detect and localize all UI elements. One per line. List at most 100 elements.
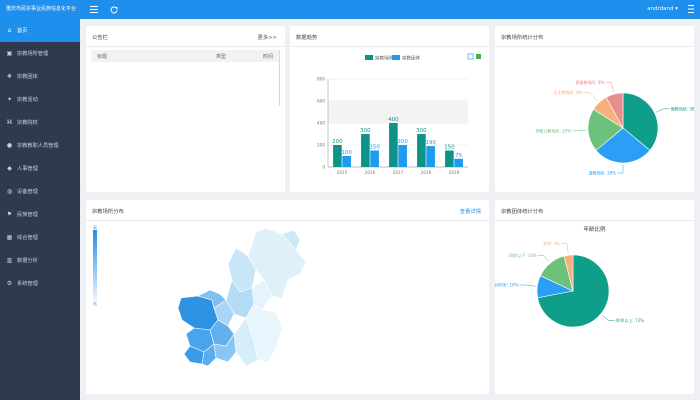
- y-tick-label: 600: [317, 99, 325, 104]
- refresh-icon: [110, 5, 117, 13]
- bar-value-label: 300: [416, 128, 427, 134]
- pie-label-line: [602, 315, 615, 321]
- bar: [333, 145, 342, 167]
- sidebar-item[interactable]: ▣ 宗教场所管理: [0, 42, 80, 65]
- legend-label: 宗教团体: [402, 55, 420, 62]
- notice-card: 公告栏 更多>> 标题 类型 时间: [86, 26, 285, 192]
- sidebar-item[interactable]: ● 宗教教职人员管理: [0, 134, 80, 157]
- y-tick-label: 400: [317, 121, 325, 126]
- pie-label-line: [617, 165, 624, 174]
- bar-chart: 宗教场所 宗教团体 0 200 400 600 800 200 100 2015 300 150 201…: [317, 53, 481, 175]
- pie-label: 40岁以上: 72%: [615, 317, 644, 323]
- bar-chart-icon: [476, 54, 481, 59]
- notice-title: 公告栏: [92, 35, 108, 41]
- home-icon: ⌂: [7, 27, 12, 34]
- notice-table-header: 标题 类型 时间: [91, 50, 280, 62]
- sidebar-item[interactable]: ▥ 数据分析: [0, 249, 80, 272]
- chart-icon: ▥: [6, 257, 13, 264]
- flag-icon: ⚑: [6, 211, 13, 218]
- bar: [361, 134, 370, 167]
- gear-icon: ⚙: [6, 280, 13, 287]
- bar: [389, 123, 398, 167]
- chevron-down-icon: ▾: [675, 6, 678, 12]
- pie-chart-title: 宗教场所统计分布: [501, 35, 544, 41]
- x-tick-label: 2018: [421, 170, 432, 175]
- pie-label: 其他: 4%: [543, 240, 560, 246]
- x-tick-label: 2015: [337, 170, 348, 175]
- sidebar-item-label: 宗教场所管理: [17, 51, 49, 57]
- pie-label-line: [560, 243, 569, 254]
- pie-label: 天主教场所: 8%: [553, 89, 582, 95]
- sidebar-item[interactable]: ▦ 综合管理: [0, 226, 80, 249]
- sidebar-item[interactable]: ⚙ 系统管理: [0, 272, 80, 295]
- sidebar-item-label: 系统管理: [17, 281, 38, 287]
- x-tick-label: 2016: [365, 170, 376, 175]
- bar-value-label: 300: [360, 128, 371, 134]
- sidebar-item[interactable]: ⌘ 宗教院校: [0, 111, 80, 134]
- device-icon: ◍: [6, 188, 13, 195]
- more-menu-button[interactable]: [688, 5, 694, 15]
- grid-icon: ▦: [6, 234, 13, 241]
- bar-chart-card: 数据趋势 宗教场所 宗教团体 0 200 400 600 800 200 100 2015 300 1…: [290, 26, 489, 192]
- legend-label: 宗教场所: [375, 55, 393, 62]
- pie-label: 伊斯兰教场所: 20%: [536, 127, 572, 133]
- sidebar-item[interactable]: ⚑ 民族管理: [0, 203, 80, 226]
- user-menu[interactable]: andrdand ▾: [647, 0, 678, 19]
- refresh-button[interactable]: [108, 4, 119, 15]
- person-icon: ●: [6, 142, 13, 149]
- sidebar-item-label: 数据分析: [17, 258, 38, 264]
- legend-swatch: [392, 55, 400, 60]
- col-type: 类型: [216, 53, 227, 60]
- bar: [398, 145, 407, 167]
- age-pie-card: 宗教团体统计分布 年龄比例 40岁以上: 72% 30岁到40岁: 10% 30岁以…: [495, 200, 694, 394]
- sidebar-item-label: 人事管理: [17, 166, 38, 172]
- sidebar-item-label: 宗教活动: [17, 97, 38, 103]
- group-icon: ❖: [6, 73, 13, 80]
- pie-label-line: [656, 108, 670, 113]
- staff-icon: ◆: [7, 165, 12, 172]
- sidebar-item[interactable]: ◆ 人事管理: [0, 157, 80, 180]
- pie-label: 30岁以下: 14%: [508, 252, 537, 258]
- line-chart-icon: [467, 53, 474, 60]
- divider: [86, 46, 285, 47]
- age-pie-title: 宗教团体统计分布: [501, 209, 544, 215]
- sidebar-item[interactable]: ❖ 宗教团体: [0, 65, 80, 88]
- bar-value-label: 100: [341, 150, 352, 156]
- sidebar-item-label: 民族管理: [17, 212, 38, 218]
- notice-more-link[interactable]: 更多>>: [258, 33, 277, 41]
- x-tick-label: 2017: [393, 170, 404, 175]
- pie-label-line: [605, 82, 615, 93]
- school-icon: ⌘: [6, 119, 13, 126]
- sidebar-item[interactable]: ⌂ 首页: [0, 19, 80, 42]
- scrollbar[interactable]: [279, 50, 280, 106]
- app-title: 重庆市民宗事业民族信息化平台: [0, 0, 80, 19]
- bar-value-label: 150: [369, 145, 380, 151]
- menu-toggle-button[interactable]: [88, 4, 99, 15]
- sidebar-item-label: 宗教团体: [17, 74, 38, 80]
- user-name: andrdand: [647, 6, 674, 12]
- pie-label-line: [572, 130, 587, 132]
- bar-value-label: 200: [397, 139, 408, 145]
- chongqing-map: [177, 227, 307, 367]
- sidebar-item[interactable]: ◍ 设备管理: [0, 180, 80, 203]
- topbar: andrdand ▾: [80, 0, 700, 19]
- y-tick-label: 0: [322, 165, 325, 170]
- bar-value-label: 200: [332, 139, 343, 145]
- map-card: 宗教场所分布 查看详情 高 低: [86, 200, 489, 394]
- sidebar-nav: ⌂ 首页 ▣ 宗教场所管理 ❖ 宗教团体 ✦ 宗教活动 ⌘ 宗教院校 ● 宗教教职人员管理 ◆ 人事管理 ◍…: [0, 19, 80, 295]
- bar-value-label: 400: [388, 117, 399, 123]
- col-title: 标题: [97, 53, 108, 60]
- bar-value-label: 75: [455, 153, 462, 159]
- age-pie-chart: 40岁以上: 72% 30岁到40岁: 10% 30岁以下: 14% 其他: 4%: [495, 240, 644, 328]
- sidebar-item-label: 综合管理: [17, 235, 38, 241]
- pie-label: 佛教场所: 36%: [671, 105, 694, 111]
- pie-label-line: [519, 284, 536, 287]
- bar-value-label: 190: [425, 140, 436, 146]
- bar: [454, 158, 463, 167]
- bar: [370, 150, 379, 167]
- sidebar-item-label: 设备管理: [17, 189, 38, 195]
- col-time: 时间: [263, 53, 274, 60]
- pie-label: 道教场所: 28%: [588, 170, 616, 176]
- bar: [426, 146, 435, 167]
- sidebar-item[interactable]: ✦ 宗教活动: [0, 88, 80, 111]
